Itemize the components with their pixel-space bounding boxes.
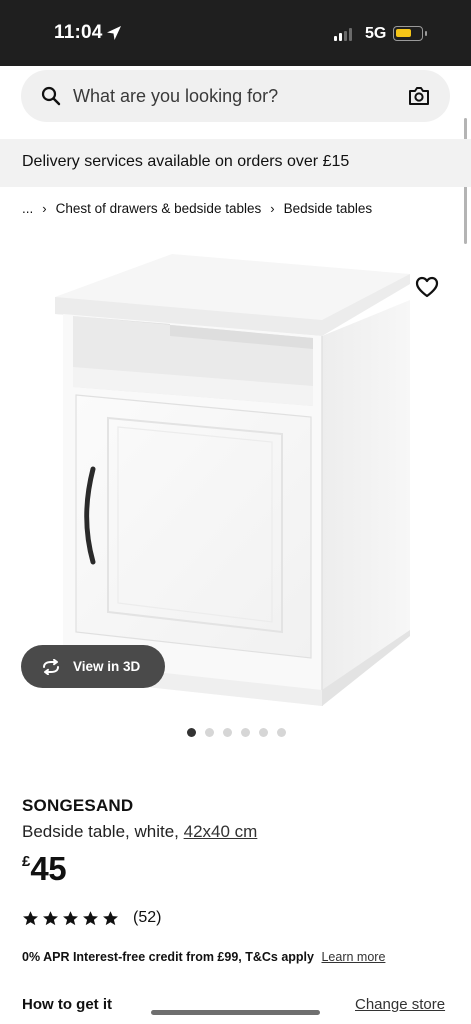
star-icon <box>63 910 78 925</box>
delivery-banner-text: Delivery services available on orders ov… <box>22 153 350 170</box>
breadcrumb-item-bedside-tables[interactable]: Bedside tables <box>284 201 373 216</box>
credit-info: 0% APR Interest-free credit from £99, T&… <box>22 950 385 964</box>
carousel-dot[interactable] <box>259 728 268 737</box>
credit-text: 0% APR Interest-free credit from £99, T&… <box>22 950 314 964</box>
how-to-get-it-heading: How to get it <box>22 996 112 1013</box>
delivery-banner: Delivery services available on orders ov… <box>0 139 471 187</box>
breadcrumb-ellipsis[interactable]: ... <box>22 201 33 216</box>
search-icon <box>41 86 61 106</box>
star-icon <box>103 910 118 925</box>
heart-icon[interactable] <box>415 276 439 298</box>
carousel-dots[interactable] <box>187 728 286 737</box>
status-bar: 11:04 5G <box>0 0 471 66</box>
product-name: SONGESAND <box>22 796 134 815</box>
search-input[interactable] <box>73 70 393 122</box>
view-in-3d-button[interactable]: View in 3D <box>21 645 165 688</box>
carousel-dot[interactable] <box>277 728 286 737</box>
signal-icon <box>334 28 352 41</box>
product-rating[interactable]: (52) <box>22 909 161 927</box>
chevron-right-icon: › <box>42 201 47 216</box>
price-currency: £ <box>22 853 31 870</box>
product-price: £ 45 <box>22 849 67 887</box>
breadcrumb: ... › Chest of drawers & bedside tables … <box>22 201 372 216</box>
rating-stars <box>22 910 122 927</box>
product-size-link[interactable]: 42x40 cm <box>184 822 258 841</box>
breadcrumb-item-chest-of-drawers[interactable]: Chest of drawers & bedside tables <box>56 201 262 216</box>
status-time: 11:04 <box>54 22 103 43</box>
chevron-right-icon: › <box>270 201 275 216</box>
location-arrow-icon <box>107 26 121 40</box>
learn-more-link[interactable]: Learn more <box>321 950 385 964</box>
star-icon <box>23 910 38 925</box>
carousel-dot[interactable] <box>241 728 250 737</box>
star-icon <box>83 910 98 925</box>
home-indicator[interactable] <box>151 1010 320 1015</box>
camera-icon[interactable] <box>408 85 430 107</box>
change-store-link[interactable]: Change store <box>355 996 445 1013</box>
carousel-dot[interactable] <box>187 728 196 737</box>
star-icon <box>43 910 58 925</box>
carousel-dot[interactable] <box>205 728 214 737</box>
review-count: (52) <box>133 909 162 926</box>
view-in-3d-label: View in 3D <box>73 659 141 674</box>
network-type: 5G <box>365 25 387 42</box>
carousel-dot[interactable] <box>223 728 232 737</box>
product-description-text: Bedside table, white, <box>22 822 179 841</box>
price-value: 45 <box>30 850 67 887</box>
rotate-3d-icon <box>43 658 59 675</box>
battery-icon <box>393 26 427 41</box>
search-bar[interactable] <box>21 70 450 122</box>
product-description: Bedside table, white, 42x40 cm <box>22 822 257 842</box>
